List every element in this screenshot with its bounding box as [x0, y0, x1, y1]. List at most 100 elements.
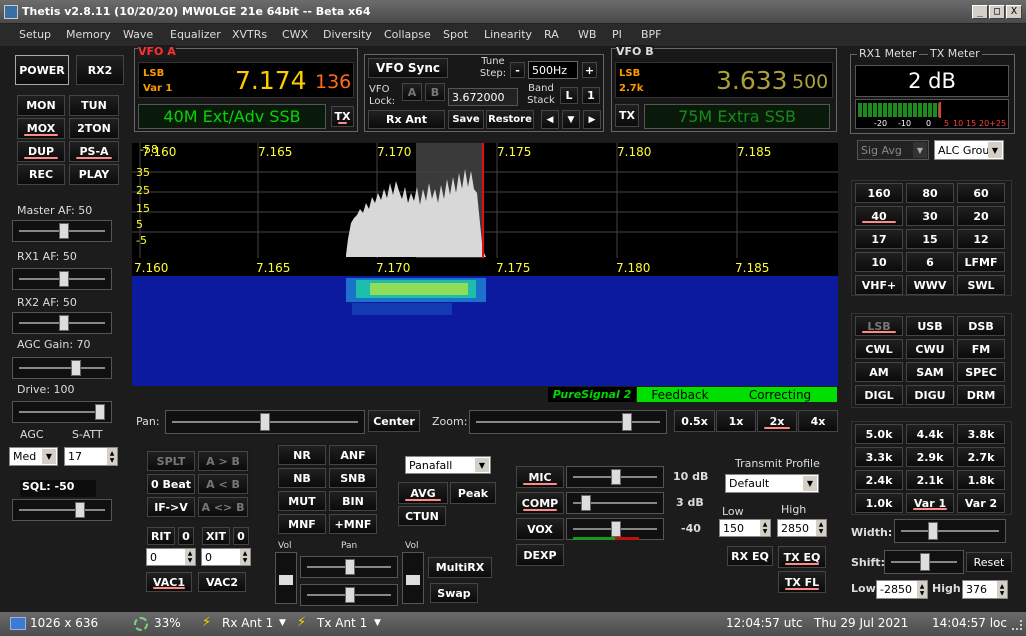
band-button-60[interactable]: 60: [957, 183, 1005, 203]
master-af-slider[interactable]: [12, 220, 112, 242]
mode-button-usb[interactable]: USB: [906, 316, 954, 336]
satt-stepper[interactable]: 17 ▲ ▼: [64, 447, 118, 466]
tune-step-value[interactable]: 500Hz: [528, 61, 578, 79]
vol1-slider[interactable]: [275, 552, 297, 604]
pan-slider[interactable]: [165, 410, 365, 434]
chevron-down-icon[interactable]: ▼: [803, 476, 817, 491]
tune-step-minus-button[interactable]: -: [510, 62, 525, 78]
comp-slider[interactable]: [566, 492, 664, 514]
rx1-af-slider[interactable]: [12, 268, 112, 290]
slider-thumb[interactable]: [59, 271, 69, 287]
plus-mnf-button[interactable]: +MNF: [329, 514, 377, 534]
sql-button[interactable]: SQL: -50: [20, 480, 96, 497]
ps-a-button[interactable]: PS-A: [69, 141, 119, 162]
zoom-2x-button[interactable]: 2x: [757, 410, 797, 432]
menu-setup[interactable]: Setup: [19, 28, 51, 41]
slider-thumb[interactable]: [59, 315, 69, 331]
spin-icon[interactable]: ▲ ▼: [917, 581, 927, 598]
arrow-right-icon[interactable]: ▶: [583, 110, 601, 129]
band-button-160[interactable]: 160: [855, 183, 903, 203]
slider-thumb[interactable]: [59, 223, 69, 239]
multirx-button[interactable]: MultiRX: [428, 557, 492, 578]
band-button-12[interactable]: 12: [957, 229, 1005, 249]
xit-zero-button[interactable]: 0: [233, 527, 249, 545]
tx-antenna[interactable]: Tx Ant 1: [317, 616, 367, 630]
mic-button[interactable]: MIC: [516, 466, 564, 488]
vfo-a-tx-button[interactable]: TX: [331, 106, 354, 127]
mon-button[interactable]: MON: [17, 95, 65, 116]
zoom-4x-button[interactable]: 4x: [798, 410, 838, 432]
band-button-80[interactable]: 80: [906, 183, 954, 203]
filter-button-3-3k[interactable]: 3.3k: [855, 447, 903, 467]
band-button-6[interactable]: 6: [906, 252, 954, 272]
chevron-down-icon[interactable]: ▼: [42, 449, 56, 464]
menu-bpf[interactable]: BPF: [641, 28, 662, 41]
vfo-a-frequency[interactable]: 7.174: [235, 66, 307, 95]
transmit-profile-select[interactable]: Default ▼: [725, 474, 819, 493]
chevron-down-icon[interactable]: ▼: [988, 142, 1002, 158]
shift-reset-button[interactable]: Reset: [966, 552, 1012, 572]
spin-icon[interactable]: ▲ ▼: [107, 448, 117, 465]
band-button-17[interactable]: 17: [855, 229, 903, 249]
menu-equalizer[interactable]: Equalizer: [170, 28, 221, 41]
rx2-af-slider[interactable]: [12, 312, 112, 334]
filter-low-stepper[interactable]: -2850 ▲ ▼: [876, 580, 928, 599]
rx-eq-button[interactable]: RX EQ: [727, 546, 773, 566]
maximize-button[interactable]: □: [989, 5, 1005, 19]
slider-thumb[interactable]: [279, 575, 293, 585]
mode-button-spec[interactable]: SPEC: [957, 362, 1005, 382]
slider-thumb[interactable]: [581, 495, 591, 511]
vfo-a-sub-frequency[interactable]: 136: [315, 71, 351, 93]
menu-cwx[interactable]: CWX: [282, 28, 308, 41]
mnf-button[interactable]: MNF: [278, 514, 326, 534]
band-button-lfmf[interactable]: LFMF: [957, 252, 1005, 272]
bin-button[interactable]: BIN: [329, 491, 377, 511]
mic-slider[interactable]: [566, 466, 664, 488]
mode-button-fm[interactable]: FM: [957, 339, 1005, 359]
band-stack-l-button[interactable]: L: [560, 87, 578, 104]
zero-beat-button[interactable]: 0 Beat: [147, 474, 195, 494]
chevron-down-icon[interactable]: ▼: [475, 458, 489, 472]
filter-button-2-4k[interactable]: 2.4k: [855, 470, 903, 490]
center-button[interactable]: Center: [368, 410, 420, 432]
vfo-lock-b-button[interactable]: B: [425, 83, 445, 101]
chevron-down-icon[interactable]: ▼: [913, 142, 927, 158]
tx-fl-button[interactable]: TX FL: [778, 571, 826, 593]
menu-spot[interactable]: Spot: [443, 28, 468, 41]
band-button-40[interactable]: 40: [855, 206, 903, 226]
slider-thumb[interactable]: [622, 413, 632, 431]
filter-button-5-0k[interactable]: 5.0k: [855, 424, 903, 444]
rec-button[interactable]: REC: [17, 164, 65, 185]
vfo-lock-frequency[interactable]: 3.672000: [448, 88, 518, 106]
band-button-30[interactable]: 30: [906, 206, 954, 226]
vac2-button[interactable]: VAC2: [198, 572, 246, 592]
mode-button-sam[interactable]: SAM: [906, 362, 954, 382]
panadapter[interactable]: -58 35 25 15 5 -5 7.160 7.165 7.170 7.17…: [132, 143, 838, 386]
menu-wb[interactable]: WB: [578, 28, 596, 41]
rx2-button[interactable]: RX2: [76, 55, 124, 85]
slider-thumb[interactable]: [920, 553, 930, 571]
vfo-b-display[interactable]: LSB 2.7k 3.633 500: [615, 62, 833, 98]
swap-button[interactable]: Swap: [430, 583, 478, 603]
tun-button[interactable]: TUN: [69, 95, 119, 116]
pan-rx2-slider[interactable]: [300, 584, 398, 606]
power-button[interactable]: POWER: [15, 55, 69, 85]
tx-meter-select[interactable]: ALC Group ▼: [934, 140, 1004, 160]
dup-button[interactable]: DUP: [17, 141, 65, 162]
xit-button[interactable]: XIT: [202, 527, 230, 545]
slider-thumb[interactable]: [345, 559, 355, 575]
drive-slider[interactable]: [12, 401, 112, 423]
a-to-b-button[interactable]: A > B: [198, 451, 248, 471]
width-slider[interactable]: [894, 519, 1006, 543]
play-button[interactable]: PLAY: [69, 164, 119, 185]
slider-thumb[interactable]: [95, 404, 105, 420]
slider-thumb[interactable]: [75, 502, 85, 518]
slider-thumb[interactable]: [260, 413, 270, 431]
tune-step-plus-button[interactable]: +: [582, 62, 597, 78]
slider-thumb[interactable]: [345, 587, 355, 603]
agc-gain-slider[interactable]: [12, 357, 112, 379]
spin-icon[interactable]: ▲ ▼: [997, 581, 1007, 598]
menu-ra[interactable]: RA: [544, 28, 559, 41]
vfo-b-frequency[interactable]: 3.633: [716, 66, 788, 95]
slider-thumb[interactable]: [611, 469, 621, 485]
